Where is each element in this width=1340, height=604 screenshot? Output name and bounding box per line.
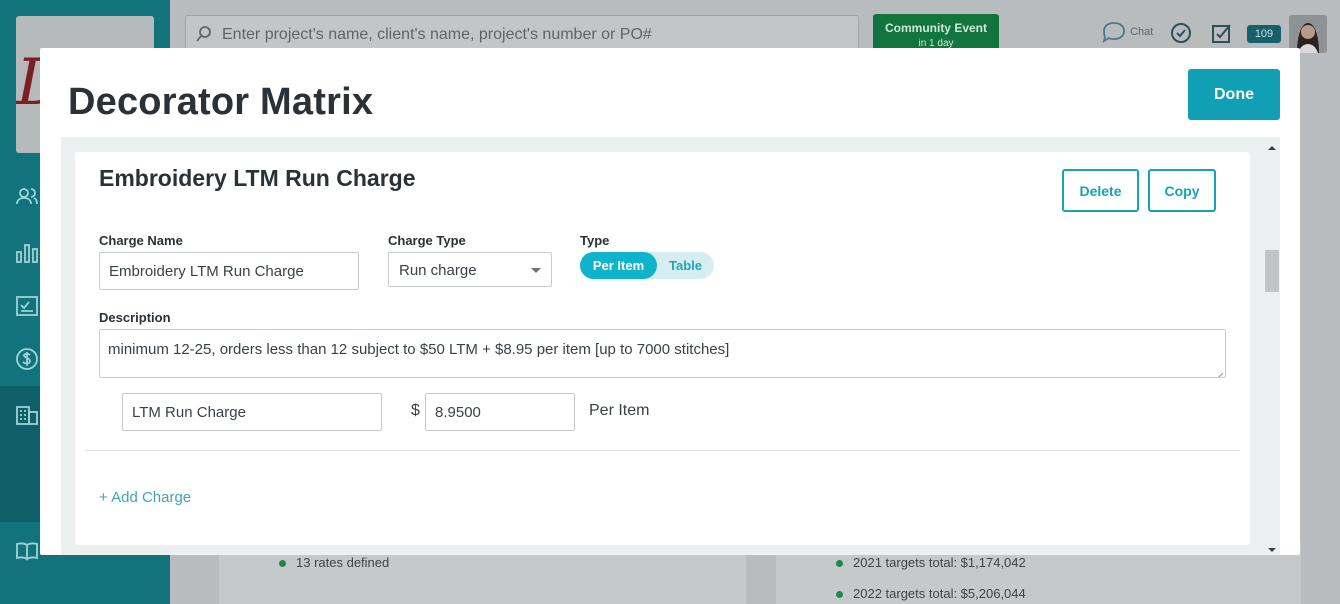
charge-type-value: Run charge [399, 262, 477, 279]
type-label: Type [580, 233, 610, 248]
add-charge-link[interactable]: + Add Charge [99, 489, 191, 506]
charge-type-label: Charge Type [388, 233, 466, 248]
description-label: Description [99, 310, 171, 325]
checklist-icon[interactable] [1211, 22, 1233, 49]
delete-button[interactable]: Delete [1062, 169, 1139, 212]
charge-name-label: Charge Name [99, 233, 183, 248]
type-toggle: Per Item Table [580, 252, 714, 279]
event-title: Community Event [884, 21, 987, 35]
targets-2022: 2022 targets total: $5,206,044 [836, 586, 1026, 601]
charge-title: Embroidery LTM Run Charge [99, 165, 416, 191]
notification-count-badge[interactable]: 109 [1247, 25, 1281, 43]
scroll-down-arrow-icon[interactable] [1267, 542, 1277, 552]
search-placeholder: Enter project's name, client's name, pro… [222, 26, 652, 43]
targets-2021: 2021 targets total: $1,174,042 [836, 555, 1026, 570]
copy-button[interactable]: Copy [1148, 169, 1216, 212]
rates-summary: 13 rates defined [279, 555, 389, 570]
search-icon [196, 25, 212, 48]
clock-icon[interactable] [1170, 22, 1192, 49]
book-icon[interactable] [14, 538, 40, 564]
currency-symbol: $ [411, 402, 420, 419]
chat-icon [1101, 22, 1127, 43]
decorator-matrix-modal: Decorator Matrix Done Embroidery LTM Run… [40, 48, 1300, 555]
charge-name-input[interactable] [99, 252, 359, 290]
description-textarea[interactable]: minimum 12-25, orders less than 12 subje… [99, 329, 1226, 378]
scrollbar-thumb[interactable] [1265, 250, 1279, 292]
reports-icon[interactable] [14, 240, 40, 266]
charge-type-select[interactable]: Run charge [388, 252, 552, 287]
tasks-icon[interactable] [14, 293, 40, 319]
charge-card: Embroidery LTM Run Charge Delete Copy Ch… [75, 152, 1250, 545]
line-charge-price-input[interactable] [425, 393, 575, 431]
resize-handle-icon[interactable] [1215, 367, 1224, 377]
modal-body: Embroidery LTM Run Charge Delete Copy Ch… [61, 137, 1280, 555]
chat-label: Chat [1130, 25, 1154, 38]
line-charge-name-input[interactable] [122, 393, 382, 431]
divider [85, 450, 1240, 451]
company-icon[interactable] [14, 402, 40, 428]
billing-icon[interactable] [14, 346, 40, 372]
type-option-per-item[interactable]: Per Item [580, 252, 657, 279]
chevron-down-icon [531, 268, 541, 273]
contacts-icon[interactable] [14, 184, 40, 210]
scroll-up-arrow-icon[interactable] [1267, 140, 1277, 150]
modal-title: Decorator Matrix [68, 81, 374, 123]
type-option-table[interactable]: Table [657, 252, 714, 279]
unit-label: Per Item [589, 402, 650, 419]
done-button[interactable]: Done [1188, 69, 1280, 120]
chat-button[interactable]: Chat [1101, 20, 1153, 44]
description-text: minimum 12-25, orders less than 12 subje… [108, 341, 730, 358]
